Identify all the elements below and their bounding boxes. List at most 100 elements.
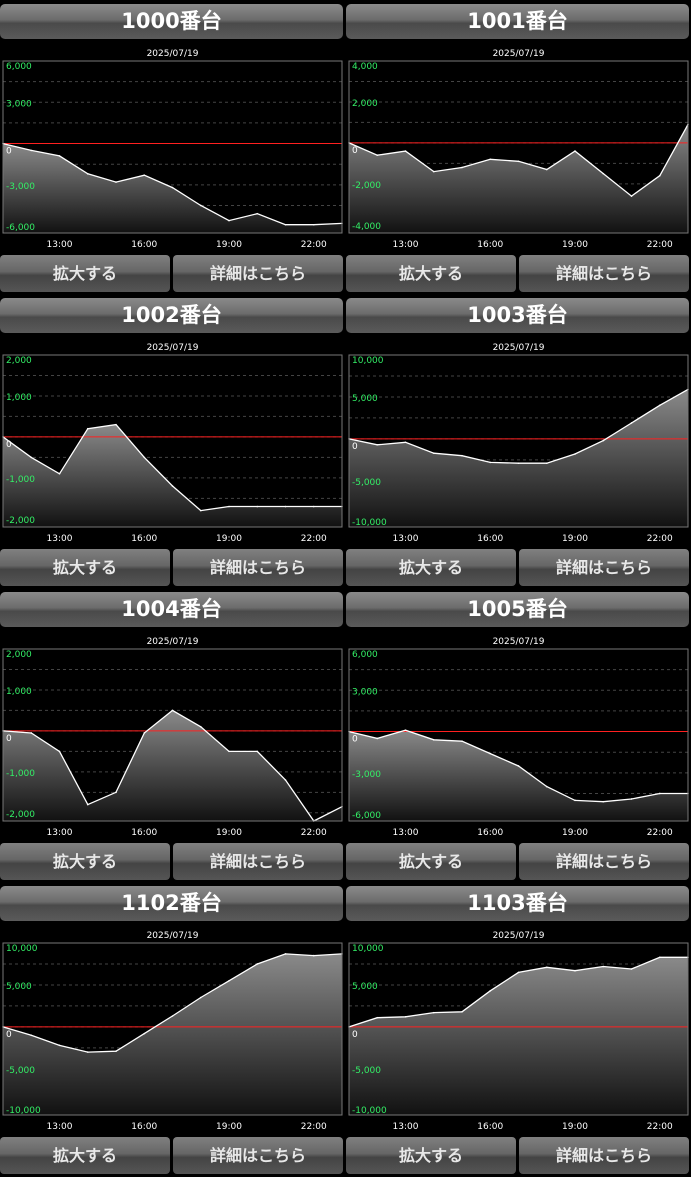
x-tick-label: 19:00	[216, 240, 242, 250]
data-point	[489, 461, 492, 464]
data-point	[404, 150, 407, 152]
x-tick-label: 22:00	[647, 534, 673, 544]
y-tick-label: 10,000	[352, 944, 384, 954]
machine-panel: 1102番台 2025/07/19 10,000 5,000 0 -5,000 -10,00…	[0, 882, 344, 1176]
data-point	[58, 750, 61, 753]
y-tick-label: -1,000	[6, 475, 35, 485]
x-tick-label: 13:00	[47, 1122, 73, 1132]
data-point	[143, 1032, 146, 1035]
data-point	[171, 709, 174, 712]
data-point	[199, 509, 202, 512]
data-point	[115, 423, 117, 426]
data-point	[115, 1050, 117, 1053]
y-tick-label: 3,000	[352, 687, 378, 697]
y-tick-label: 0	[352, 1030, 358, 1040]
data-point	[30, 1034, 33, 1037]
data-point	[461, 740, 463, 742]
y-tick-label: 0	[352, 442, 358, 452]
zoom-button[interactable]: 拡大する	[0, 255, 170, 292]
detail-button[interactable]: 詳細はこちら	[519, 843, 689, 880]
y-tick-label: 3,000	[6, 99, 32, 109]
chart-date: 2025/07/19	[493, 637, 545, 647]
zoom-button[interactable]: 拡大する	[346, 843, 516, 880]
data-point	[284, 779, 287, 781]
data-point	[228, 750, 230, 753]
data-point	[658, 956, 661, 959]
data-point	[517, 971, 520, 974]
y-tick-label: -6,000	[6, 223, 35, 233]
y-tick-label: 10,000	[352, 356, 384, 366]
machine-panel: 1004番台 2025/07/19 2,000 1,000 0 -1,000 -2,000 1…	[0, 588, 344, 882]
y-tick-label: 6,000	[6, 62, 32, 72]
zoom-button[interactable]: 拡大する	[346, 1137, 516, 1174]
y-tick-label: 4,000	[352, 62, 378, 72]
data-point	[58, 1044, 61, 1047]
data-point	[228, 219, 230, 222]
x-tick-label: 16:00	[131, 240, 157, 250]
area-fill	[349, 124, 688, 233]
detail-button[interactable]: 詳細はこちら	[173, 549, 343, 586]
data-point	[602, 965, 605, 968]
data-point	[630, 195, 633, 197]
x-tick-label: 19:00	[562, 828, 588, 838]
y-tick-label: -6,000	[352, 811, 381, 821]
data-point	[404, 729, 407, 731]
y-tick-label: -2,000	[352, 181, 381, 191]
machine-panel: 1005番台 2025/07/19 6,000 3,000 0 -3,000 -6,000 1…	[346, 588, 690, 882]
y-tick-label: 5,000	[352, 982, 378, 992]
detail-button[interactable]: 詳細はこちら	[519, 1137, 689, 1174]
detail-button[interactable]: 詳細はこちら	[173, 843, 343, 880]
detail-button[interactable]: 詳細はこちら	[173, 255, 343, 292]
x-tick-label: 13:00	[393, 240, 419, 250]
x-tick-label: 16:00	[131, 1122, 157, 1132]
data-point	[256, 750, 259, 753]
x-tick-label: 13:00	[47, 828, 73, 838]
machine-title: 1001番台	[346, 4, 689, 39]
data-point	[256, 505, 259, 508]
zoom-button[interactable]: 拡大する	[0, 843, 170, 880]
data-point	[143, 174, 146, 177]
machine-panel: 1003番台 2025/07/19 10,000 5,000 0 -5,000 -10,00…	[346, 294, 690, 588]
y-tick-label: -5,000	[6, 1066, 35, 1076]
data-point	[461, 454, 463, 457]
zoom-button[interactable]: 拡大する	[0, 549, 170, 586]
zoom-button[interactable]: 拡大する	[0, 1137, 170, 1174]
chart-date: 2025/07/19	[493, 49, 545, 59]
y-tick-label: 5,000	[352, 394, 378, 404]
data-point	[461, 1011, 463, 1013]
zoom-button[interactable]: 拡大する	[346, 549, 516, 586]
data-point	[30, 149, 33, 152]
data-point	[171, 1015, 174, 1017]
data-point	[545, 966, 548, 969]
x-tick-label: 16:00	[131, 828, 157, 838]
x-tick-label: 19:00	[562, 534, 588, 544]
x-tick-label: 19:00	[562, 240, 588, 250]
data-point	[630, 422, 633, 424]
x-tick-label: 13:00	[393, 534, 419, 544]
slump-chart: 2025/07/19 2,000 1,000 0 -1,000 -2,000 13:00 16…	[2, 343, 343, 544]
data-point	[404, 441, 407, 444]
detail-button[interactable]: 詳細はこちら	[519, 549, 689, 586]
zoom-button[interactable]: 拡大する	[346, 255, 516, 292]
machine-panel: 1002番台 2025/07/19 2,000 1,000 0 -1,000 -2,000 1…	[0, 294, 344, 588]
data-point	[630, 968, 633, 970]
data-point	[199, 204, 202, 207]
data-point	[574, 799, 576, 802]
data-point	[58, 155, 61, 157]
detail-button[interactable]: 詳細はこちら	[519, 255, 689, 292]
data-point	[30, 456, 33, 459]
data-point	[489, 990, 492, 992]
slump-chart: 2025/07/19 6,000 3,000 0 -3,000 -6,000 13:00 16…	[2, 49, 343, 250]
data-point	[171, 485, 174, 487]
y-tick-label: 0	[6, 440, 12, 450]
y-tick-label: -4,000	[352, 222, 381, 232]
data-point	[658, 404, 661, 407]
data-point	[545, 785, 548, 788]
chart-date: 2025/07/19	[147, 49, 199, 59]
y-tick-label: -5,000	[352, 1066, 381, 1076]
machine-title: 1102番台	[0, 886, 343, 921]
x-tick-label: 13:00	[393, 828, 419, 838]
data-point	[199, 726, 202, 728]
detail-button[interactable]: 詳細はこちら	[173, 1137, 343, 1174]
data-point	[602, 439, 605, 442]
